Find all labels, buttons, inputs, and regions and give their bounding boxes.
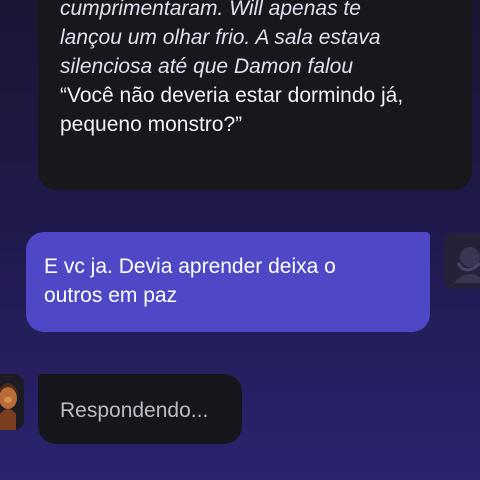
user-avatar-icon[interactable] xyxy=(444,233,480,289)
ai-message-bubble: cumprimentaram. Will apenas te lançou um… xyxy=(38,0,472,190)
typing-label: Respondendo... xyxy=(60,399,209,422)
user-message-bubble: E vc ja. Devia aprender deixa o outros e… xyxy=(26,232,430,332)
narration-line: cumprimentaram. Will apenas te xyxy=(60,0,361,20)
typing-indicator: Respondendo... xyxy=(38,374,242,444)
dialogue-line: pequeno monstro?” xyxy=(60,113,243,136)
narration-line: silenciosa até que Damon falou xyxy=(60,55,354,78)
narration-line: lançou um olhar frio. A sala estava xyxy=(60,26,381,49)
dialogue-line: “Você não deveria estar dormindo já, xyxy=(60,84,404,107)
character-avatar-icon[interactable] xyxy=(0,374,24,430)
user-message-line: outros em paz xyxy=(44,284,178,307)
user-message-line: E vc ja. Devia aprender deixa o xyxy=(44,255,336,278)
